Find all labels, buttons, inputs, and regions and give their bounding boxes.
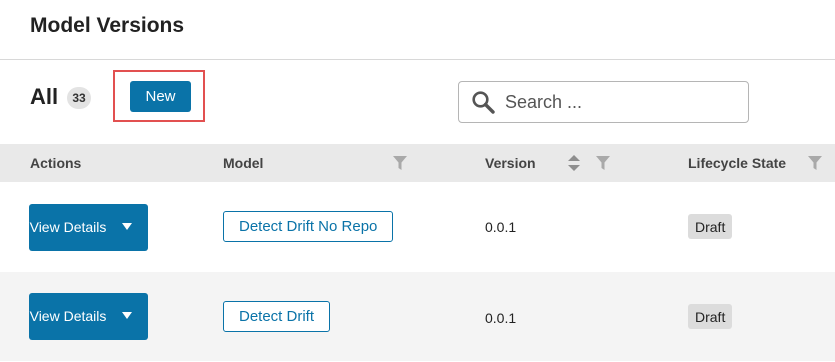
view-details-label: View Details — [29, 308, 107, 324]
version-cell: 0.0.1 — [485, 219, 517, 235]
status-badge: Draft — [688, 304, 733, 329]
column-header-version[interactable]: Version — [485, 155, 536, 171]
view-details-button[interactable]: View Details — [29, 293, 148, 340]
all-filter-label: All — [30, 84, 59, 109]
table-row: View Details Detect Drift No Repo 0.0.1 … — [0, 183, 835, 272]
count-badge: 33 — [67, 87, 91, 109]
filter-icon[interactable] — [596, 156, 610, 170]
search-box[interactable] — [458, 81, 749, 123]
page-title: Model Versions — [30, 14, 185, 37]
chevron-down-icon[interactable] — [122, 312, 132, 319]
model-link[interactable]: Detect Drift — [223, 301, 331, 332]
table-row: View Details Detect Drift 0.0.1 Draft — [0, 272, 835, 361]
search-input[interactable] — [505, 91, 725, 113]
column-header-model[interactable]: Model — [223, 155, 263, 171]
column-header-lifecycle-state[interactable]: Lifecycle State — [688, 155, 786, 171]
toolbar: All 33 New — [0, 61, 835, 144]
column-header-actions: Actions — [30, 155, 82, 171]
status-badge: Draft — [688, 214, 733, 239]
sort-icon[interactable] — [568, 155, 580, 171]
new-button[interactable]: New — [130, 81, 191, 112]
chevron-down-icon[interactable] — [122, 223, 132, 230]
filter-icon[interactable] — [808, 156, 822, 170]
search-icon — [472, 91, 495, 114]
view-details-label: View Details — [29, 219, 107, 235]
model-link[interactable]: Detect Drift No Repo — [223, 211, 394, 242]
version-cell: 0.0.1 — [485, 310, 517, 326]
table-header: Actions Model Version Lifecycle State — [0, 144, 835, 182]
page-header: Model Versions — [0, 0, 835, 60]
filter-icon[interactable] — [393, 156, 407, 170]
view-details-button[interactable]: View Details — [29, 204, 148, 251]
